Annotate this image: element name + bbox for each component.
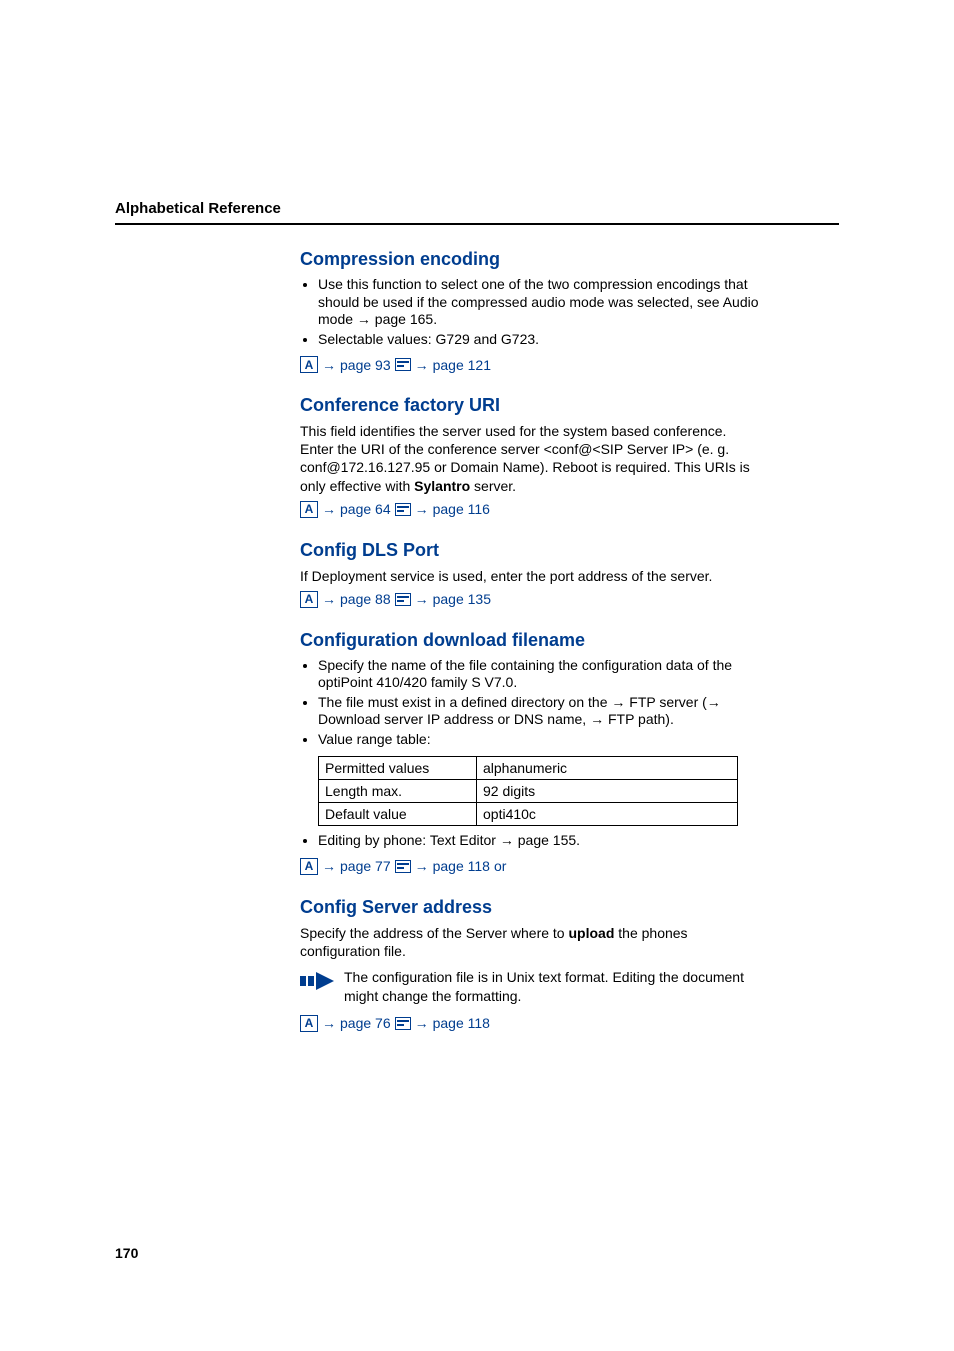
ref-link[interactable]: page 116 bbox=[433, 501, 490, 517]
arrow-icon: → bbox=[415, 357, 429, 373]
admin-icon: A bbox=[300, 858, 318, 875]
table-cell: alphanumeric bbox=[477, 757, 738, 780]
note-arrow-icon bbox=[300, 970, 334, 992]
compression-ref-line: A → page 93 → page 121 bbox=[300, 356, 760, 373]
header-rule bbox=[115, 223, 839, 225]
server-body-bold: upload bbox=[568, 925, 614, 941]
arrow-icon: → bbox=[415, 1015, 429, 1031]
admin-icon: A bbox=[300, 356, 318, 373]
heading-compression-encoding: Compression encoding bbox=[300, 249, 760, 270]
content-column: Compression encoding Use this function t… bbox=[300, 249, 760, 1032]
arrow-icon: → bbox=[415, 591, 429, 607]
page-header: Alphabetical Reference bbox=[115, 200, 839, 217]
server-body-part1: Specify the address of the Server where … bbox=[300, 925, 568, 941]
download-bullets: Specify the name of the file containing … bbox=[300, 657, 760, 749]
ref-link[interactable]: page 135 bbox=[433, 591, 491, 607]
server-body: Specify the address of the Server where … bbox=[300, 924, 760, 960]
arrow-icon: → bbox=[322, 357, 336, 373]
download-bullet-after: Editing by phone: Text Editor → page 155… bbox=[318, 832, 760, 850]
ref-or: or bbox=[494, 858, 506, 874]
ref-link[interactable]: page 121 bbox=[433, 357, 491, 373]
conference-ref-line: A → page 64 → page 116 bbox=[300, 501, 760, 518]
arrow-icon: → bbox=[415, 501, 429, 517]
table-row: Default value opti410c bbox=[319, 803, 738, 826]
note-text: The configuration file is in Unix text f… bbox=[344, 968, 760, 1004]
heading-config-download-filename: Configuration download filename bbox=[300, 630, 760, 651]
ref-link[interactable]: page 64 bbox=[340, 501, 391, 517]
download-bullet-2: The file must exist in a defined directo… bbox=[318, 694, 760, 729]
ref-link[interactable]: page 88 bbox=[340, 591, 391, 607]
table-cell: Length max. bbox=[319, 780, 477, 803]
table-row: Permitted values alphanumeric bbox=[319, 757, 738, 780]
arrow-icon: → bbox=[415, 858, 429, 874]
server-ref-line: A → page 76 → page 118 bbox=[300, 1015, 760, 1032]
value-range-table: Permitted values alphanumeric Length max… bbox=[318, 756, 738, 826]
ref-link[interactable]: page 76 bbox=[340, 1015, 391, 1031]
heading-config-server-address: Config Server address bbox=[300, 897, 760, 918]
dls-body: If Deployment service is used, enter the… bbox=[300, 567, 760, 585]
download-bullet-1: Specify the name of the file containing … bbox=[318, 657, 760, 692]
wbt-icon bbox=[395, 1017, 411, 1030]
table-cell: Permitted values bbox=[319, 757, 477, 780]
conference-body: This field identifies the server used fo… bbox=[300, 422, 760, 495]
compression-bullets: Use this function to select one of the t… bbox=[300, 276, 760, 348]
conference-body-bold: Sylantro bbox=[414, 478, 470, 494]
conference-body-part2: server. bbox=[470, 478, 516, 494]
compression-bullet-2: Selectable values: G729 and G723. bbox=[318, 331, 760, 349]
heading-conference-uri: Conference factory URI bbox=[300, 395, 760, 416]
admin-icon: A bbox=[300, 1015, 318, 1032]
ref-link[interactable]: page 118 bbox=[433, 1015, 490, 1031]
compression-bullet-1: Use this function to select one of the t… bbox=[318, 276, 760, 329]
download-ref-line: A → page 77 → page 118 or bbox=[300, 858, 760, 875]
wbt-icon bbox=[395, 593, 411, 606]
ref-link[interactable]: page 77 bbox=[340, 858, 391, 874]
note-row: The configuration file is in Unix text f… bbox=[300, 968, 760, 1004]
dls-ref-line: A → page 88 → page 135 bbox=[300, 591, 760, 608]
table-row: Length max. 92 digits bbox=[319, 780, 738, 803]
download-bullet-3: Value range table: bbox=[318, 731, 760, 749]
admin-icon: A bbox=[300, 501, 318, 518]
heading-config-dls-port: Config DLS Port bbox=[300, 540, 760, 561]
download-after-bullets: Editing by phone: Text Editor → page 155… bbox=[300, 832, 760, 850]
arrow-icon: → bbox=[322, 501, 336, 517]
ref-link[interactable]: page 118 bbox=[433, 858, 490, 874]
admin-icon: A bbox=[300, 591, 318, 608]
conference-body-part1: This field identifies the server used fo… bbox=[300, 423, 750, 494]
page-number: 170 bbox=[115, 1245, 138, 1261]
table-cell: Default value bbox=[319, 803, 477, 826]
ref-link[interactable]: page 93 bbox=[340, 357, 391, 373]
arrow-icon: → bbox=[322, 591, 336, 607]
table-cell: 92 digits bbox=[477, 780, 738, 803]
wbt-icon bbox=[395, 503, 411, 516]
wbt-icon bbox=[395, 358, 411, 371]
wbt-icon bbox=[395, 860, 411, 873]
arrow-icon: → bbox=[322, 858, 336, 874]
arrow-icon: → bbox=[322, 1015, 336, 1031]
table-cell: opti410c bbox=[477, 803, 738, 826]
